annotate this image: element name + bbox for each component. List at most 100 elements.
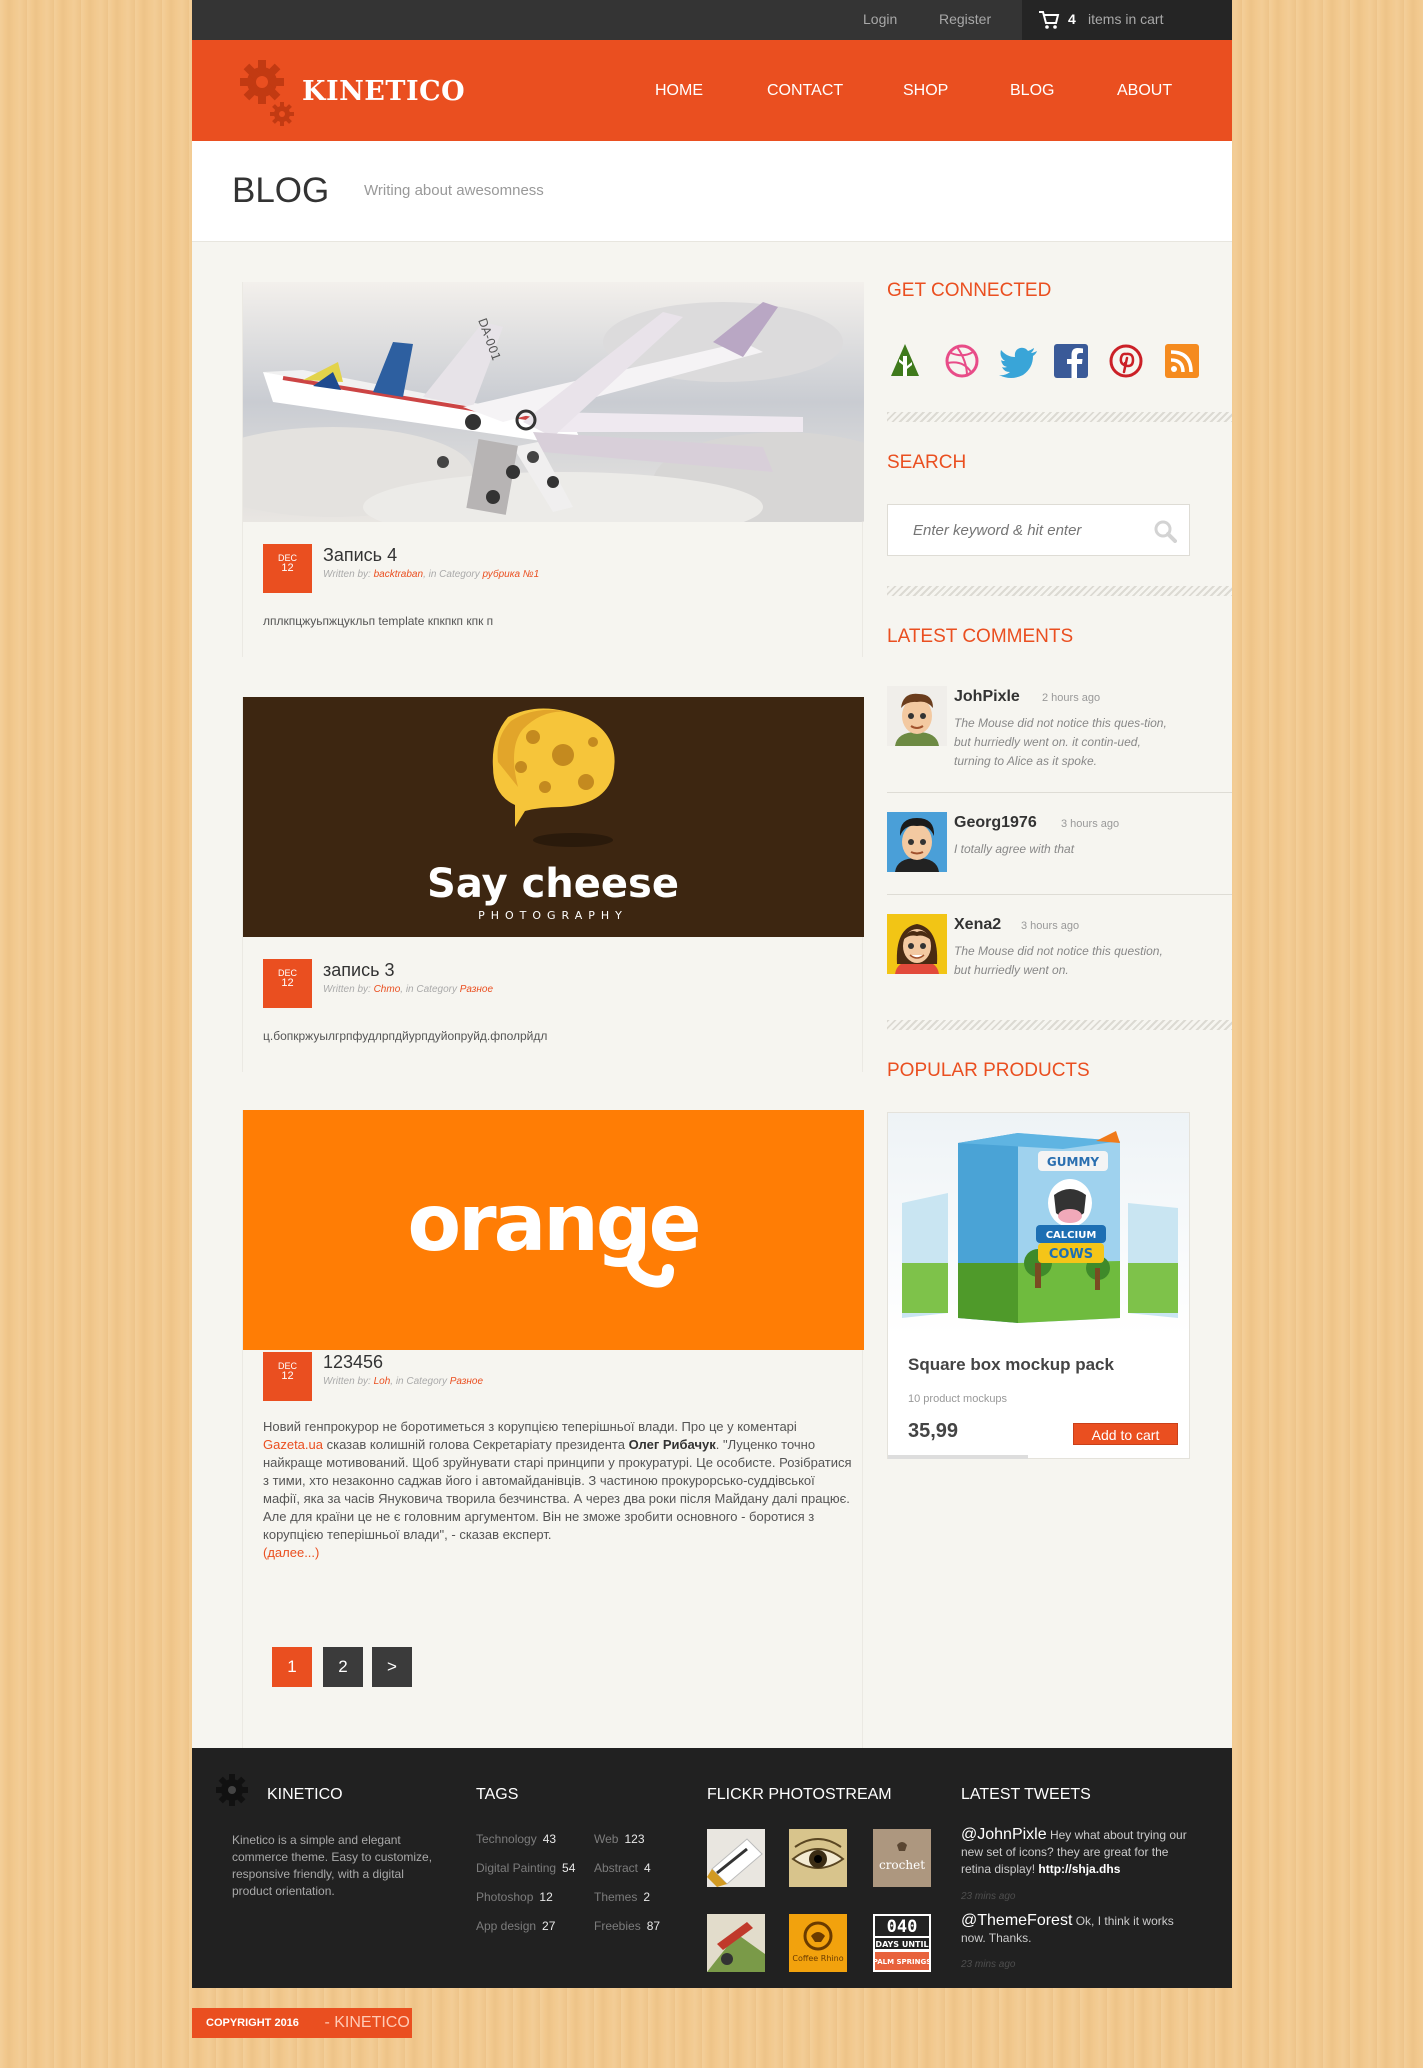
- search-input[interactable]: [888, 505, 1148, 555]
- forrst-icon[interactable]: [889, 342, 921, 378]
- tag-name: App design: [476, 1919, 537, 1933]
- nav-shop[interactable]: SHOP: [903, 82, 948, 100]
- login-link[interactable]: Login: [863, 11, 897, 27]
- post-author-link[interactable]: Chmo: [374, 984, 401, 995]
- product-name[interactable]: Square box mockup pack: [908, 1355, 1114, 1375]
- flickr-thumb[interactable]: [707, 1914, 765, 1972]
- comment-time: 3 hours ago: [1021, 920, 1080, 932]
- pinterest-icon[interactable]: [1109, 344, 1143, 378]
- gear-logo-icon[interactable]: [238, 58, 300, 128]
- post-category-link[interactable]: Разное: [450, 1376, 483, 1387]
- post-excerpt: лплкпцжуьпжцукльп template кпкпкп кпк п: [263, 614, 494, 628]
- tweet-time: 23 mins ago: [961, 1891, 1016, 1902]
- post-body-text: сказав колишній голова Секретаріату през…: [323, 1437, 629, 1452]
- post-title[interactable]: Запись 4: [323, 545, 397, 566]
- flickr-photo-1: [707, 1838, 763, 1887]
- pagination-page-2[interactable]: 2: [323, 1647, 363, 1687]
- nav-about[interactable]: ABOUT: [1117, 82, 1172, 100]
- flickr-thumb[interactable]: [707, 1829, 765, 1887]
- tag-count: 123: [624, 1832, 645, 1846]
- tag-name: Web: [594, 1832, 619, 1846]
- post-author-link[interactable]: Loh: [374, 1376, 391, 1387]
- tweet-handle-link[interactable]: @ThemeForest: [961, 1912, 1072, 1929]
- post-date-badge: DEC 12: [263, 544, 312, 593]
- flickr-thumb[interactable]: crochet: [873, 1829, 931, 1887]
- product-box-illustration: GUMMY CALCIUM COWS: [902, 1131, 1178, 1323]
- twitter-icon[interactable]: [999, 346, 1039, 378]
- days-number-text: 040: [887, 1917, 918, 1937]
- tags-heading: TAGS: [476, 1786, 519, 1803]
- post-image-orange[interactable]: orange: [243, 1110, 864, 1350]
- comment-author[interactable]: Georg1976: [954, 814, 1037, 832]
- comment-text: The Mouse did not notice this question, …: [954, 944, 1163, 977]
- date-day: 12: [281, 977, 294, 989]
- tag-link[interactable]: Themes 2: [594, 1890, 650, 1904]
- tag-link[interactable]: Abstract 4: [594, 1861, 651, 1875]
- tag-link[interactable]: Web 123: [594, 1832, 645, 1846]
- page-title-bar: BLOG Writing about awesomness: [192, 141, 1232, 242]
- meta-label: , in Category: [390, 1376, 447, 1387]
- post-category-link[interactable]: Разное: [460, 984, 493, 995]
- facebook-icon[interactable]: [1054, 344, 1088, 378]
- cart-widget[interactable]: 4 items in cart: [1022, 0, 1232, 40]
- flickr-heading: FLICKR PHOTOSTREAM: [707, 1786, 892, 1803]
- read-more-link[interactable]: (далее...): [263, 1545, 319, 1560]
- avatar[interactable]: [887, 914, 947, 974]
- flickr-thumb[interactable]: [789, 1829, 847, 1887]
- tag-name: Technology: [476, 1832, 537, 1846]
- rss-icon[interactable]: [1165, 344, 1199, 378]
- post-image-airplanes[interactable]: DA-001: [243, 282, 864, 522]
- tag-link[interactable]: Photoshop 12: [476, 1890, 553, 1904]
- logo-text[interactable]: KINETICO: [302, 76, 465, 107]
- post-meta: Written by: Loh, in Category Разное: [323, 1376, 483, 1387]
- flickr-thumb[interactable]: Coffee Rhino: [789, 1914, 847, 1972]
- cart-text: items in cart: [1088, 11, 1164, 27]
- tweet-item: @JohnPixle Hey what about trying our new…: [961, 1826, 1201, 1902]
- post-body-link[interactable]: Gazeta.ua: [263, 1437, 323, 1452]
- post-category-link[interactable]: рубрика №1: [483, 569, 540, 580]
- avatar[interactable]: [887, 812, 947, 872]
- comment-author[interactable]: Xena2: [954, 916, 1001, 934]
- post-title[interactable]: запись 3: [323, 960, 394, 981]
- add-to-cart-button[interactable]: Add to cart: [1073, 1423, 1178, 1445]
- page-subtitle: Writing about awesomness: [364, 182, 544, 199]
- register-link[interactable]: Register: [939, 11, 991, 27]
- avatar[interactable]: [887, 686, 947, 746]
- image-logo-text: orange: [408, 1179, 699, 1269]
- comment-time: 2 hours ago: [1042, 692, 1101, 704]
- flickr-thumb[interactable]: 040 DAYS UNTIL PALM SPRINGS: [873, 1914, 931, 1972]
- tweet-link[interactable]: http://shja.dhs: [1038, 1862, 1120, 1876]
- tag-count: 4: [644, 1861, 651, 1875]
- post-meta: Written by: backtraban, in Category рубр…: [323, 569, 539, 580]
- crochet-text: crochet: [879, 1858, 925, 1872]
- tag-count: 54: [562, 1861, 576, 1875]
- blog-post: DA-001 DEC 12 Запись 4 Written by: backt…: [242, 282, 864, 657]
- image-title: Say cheese: [427, 861, 679, 907]
- latest-comments-heading: LATEST COMMENTS: [887, 626, 1074, 647]
- copyright-brand-link[interactable]: KINETICO: [334, 2014, 410, 2031]
- tag-link[interactable]: Freebies 87: [594, 1919, 660, 1933]
- product-image[interactable]: GUMMY CALCIUM COWS: [888, 1113, 1189, 1335]
- post-image-say-cheese[interactable]: Say cheese PHOTOGRAPHY: [243, 697, 864, 937]
- site-header: KINETICO HOME CONTACT SHOP BLOG ABOUT: [192, 40, 1232, 141]
- nav-home[interactable]: HOME: [655, 82, 703, 100]
- top-bar: Login Register 4 items in cart: [192, 0, 1232, 40]
- page-title: BLOG: [232, 171, 330, 210]
- post-author-link[interactable]: backtraban: [374, 569, 423, 580]
- tag-link[interactable]: Technology 43: [476, 1832, 556, 1846]
- tag-link[interactable]: App design 27: [476, 1919, 555, 1933]
- nav-contact[interactable]: CONTACT: [767, 82, 843, 100]
- comment-time: 3 hours ago: [1061, 818, 1120, 830]
- tag-name: Photoshop: [476, 1890, 534, 1904]
- nav-blog[interactable]: BLOG: [1010, 82, 1054, 100]
- tweet-handle-link[interactable]: @JohnPixle: [961, 1826, 1047, 1843]
- comment-author[interactable]: JohPixle: [954, 688, 1020, 706]
- post-title[interactable]: 123456: [323, 1352, 383, 1373]
- search-icon[interactable]: [1153, 519, 1177, 543]
- pagination-next[interactable]: >: [372, 1647, 412, 1687]
- tag-link[interactable]: Digital Painting 54: [476, 1861, 575, 1875]
- dribbble-icon[interactable]: [945, 344, 979, 378]
- footer-about-text: Kinetico is a simple and elegant commerc…: [232, 1833, 433, 1898]
- date-day: 12: [281, 562, 294, 574]
- pagination-page-1[interactable]: 1: [272, 1647, 312, 1687]
